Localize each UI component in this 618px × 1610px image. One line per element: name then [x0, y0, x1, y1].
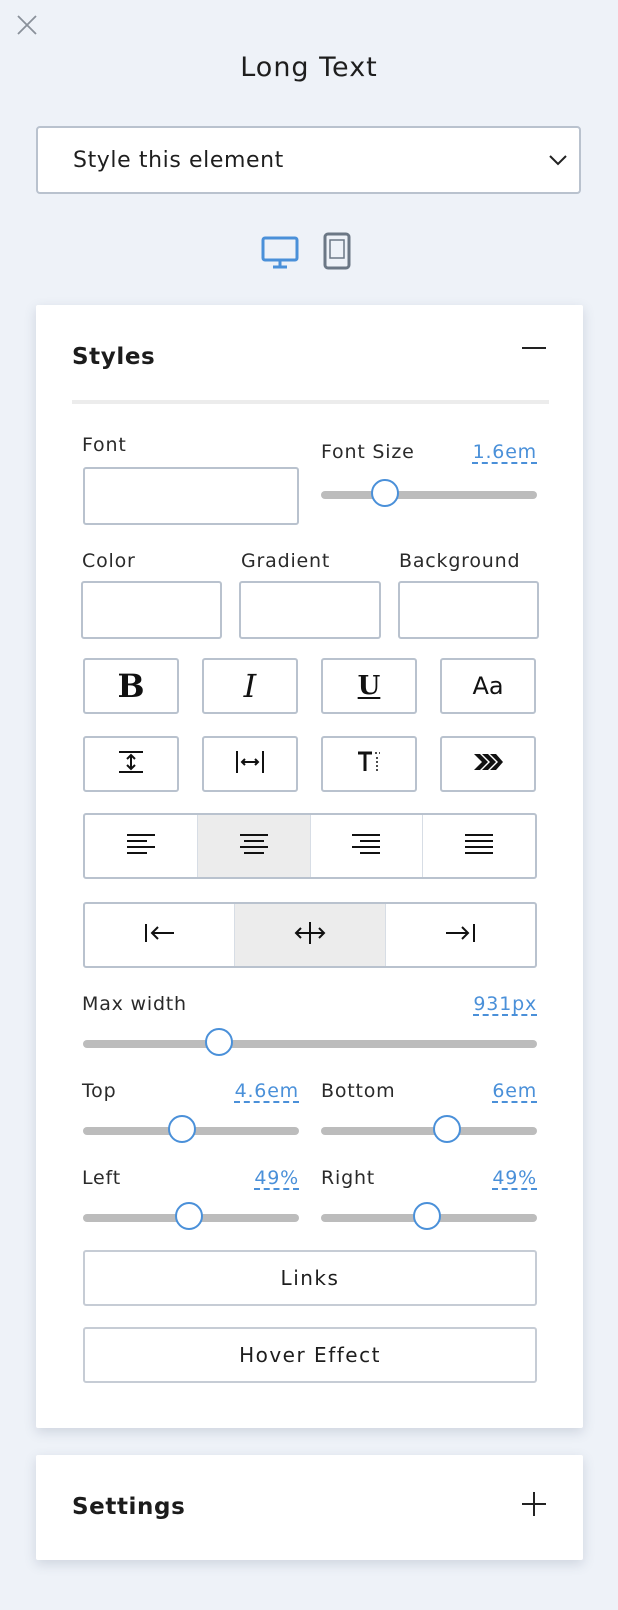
align-right-button[interactable] [309, 815, 423, 877]
underline-button[interactable]: U [321, 658, 417, 714]
bold-icon: B [117, 667, 145, 705]
max-width-slider[interactable] [83, 1040, 537, 1048]
block-left-button[interactable] [85, 904, 234, 966]
text-case-icon: Aa [472, 672, 504, 700]
desktop-icon[interactable] [261, 236, 299, 274]
letter-spacing-button[interactable] [202, 736, 298, 792]
align-left-icon [126, 833, 156, 859]
background-label: Background [399, 550, 521, 572]
left-slider-thumb[interactable] [175, 1202, 203, 1230]
right-label: Right [321, 1167, 376, 1189]
italic-icon: I [243, 667, 257, 705]
gradient-field[interactable] [239, 581, 381, 639]
align-right-icon [351, 833, 381, 859]
right-slider-thumb[interactable] [413, 1202, 441, 1230]
letter-spacing-icon [235, 749, 265, 779]
top-slider-thumb[interactable] [168, 1115, 196, 1143]
arrow-to-left-icon [144, 922, 176, 948]
text-case-button[interactable]: Aa [440, 658, 536, 714]
bold-button[interactable]: B [83, 658, 179, 714]
font-size-slider-thumb[interactable] [371, 479, 399, 507]
bottom-slider-thumb[interactable] [433, 1115, 461, 1143]
block-center-button[interactable] [234, 904, 385, 966]
left-value[interactable]: 49% [254, 1167, 299, 1189]
tablet-icon[interactable] [322, 232, 352, 274]
arrow-to-right-icon [444, 922, 476, 948]
minus-icon[interactable] [521, 340, 547, 359]
line-height-button[interactable] [83, 736, 179, 792]
left-label: Left [82, 1167, 121, 1189]
styles-divider [72, 400, 549, 404]
font-size-slider[interactable] [321, 491, 537, 499]
font-input[interactable] [83, 467, 299, 525]
style-target-select[interactable]: Style this element [36, 126, 581, 194]
gradient-label: Gradient [241, 550, 331, 572]
right-value[interactable]: 49% [492, 1167, 537, 1189]
bottom-value[interactable]: 6em [492, 1080, 537, 1102]
align-left-button[interactable] [85, 815, 197, 877]
align-justify-icon [464, 833, 494, 859]
style-target-select-value: Style this element [73, 148, 284, 173]
bottom-slider[interactable] [321, 1127, 537, 1135]
text-shadow-icon [472, 752, 504, 776]
font-label: Font [82, 434, 127, 456]
color-field[interactable] [81, 581, 222, 639]
block-right-button[interactable] [384, 904, 535, 966]
plus-icon[interactable] [521, 1491, 547, 1521]
text-transform-button[interactable] [321, 736, 417, 792]
arrows-horizontal-icon [294, 920, 326, 950]
text-shadow-button[interactable] [440, 736, 536, 792]
background-field[interactable] [398, 581, 539, 639]
text-align-control [83, 813, 537, 879]
max-width-value[interactable]: 931px [473, 993, 537, 1015]
max-width-label: Max width [82, 993, 187, 1015]
close-icon[interactable] [14, 12, 40, 38]
align-center-button[interactable] [196, 815, 310, 877]
top-label: Top [82, 1080, 117, 1102]
underline-icon: U [357, 671, 381, 701]
hover-effect-button[interactable]: Hover Effect [83, 1327, 537, 1383]
panel-title: Long Text [240, 52, 378, 83]
block-align-control [83, 902, 537, 968]
settings-title: Settings [72, 1494, 186, 1520]
color-label: Color [82, 550, 136, 572]
line-height-icon [117, 750, 145, 778]
italic-button[interactable]: I [202, 658, 298, 714]
font-size-label: Font Size [321, 441, 415, 463]
bottom-label: Bottom [321, 1080, 396, 1102]
text-transform-icon [356, 749, 382, 779]
links-button[interactable]: Links [83, 1250, 537, 1306]
max-width-slider-thumb[interactable] [205, 1028, 233, 1056]
top-value[interactable]: 4.6em [235, 1080, 299, 1102]
styles-title: Styles [72, 344, 156, 370]
font-size-value[interactable]: 1.6em [473, 441, 537, 463]
align-center-icon [239, 833, 269, 859]
align-justify-button[interactable] [422, 815, 535, 877]
